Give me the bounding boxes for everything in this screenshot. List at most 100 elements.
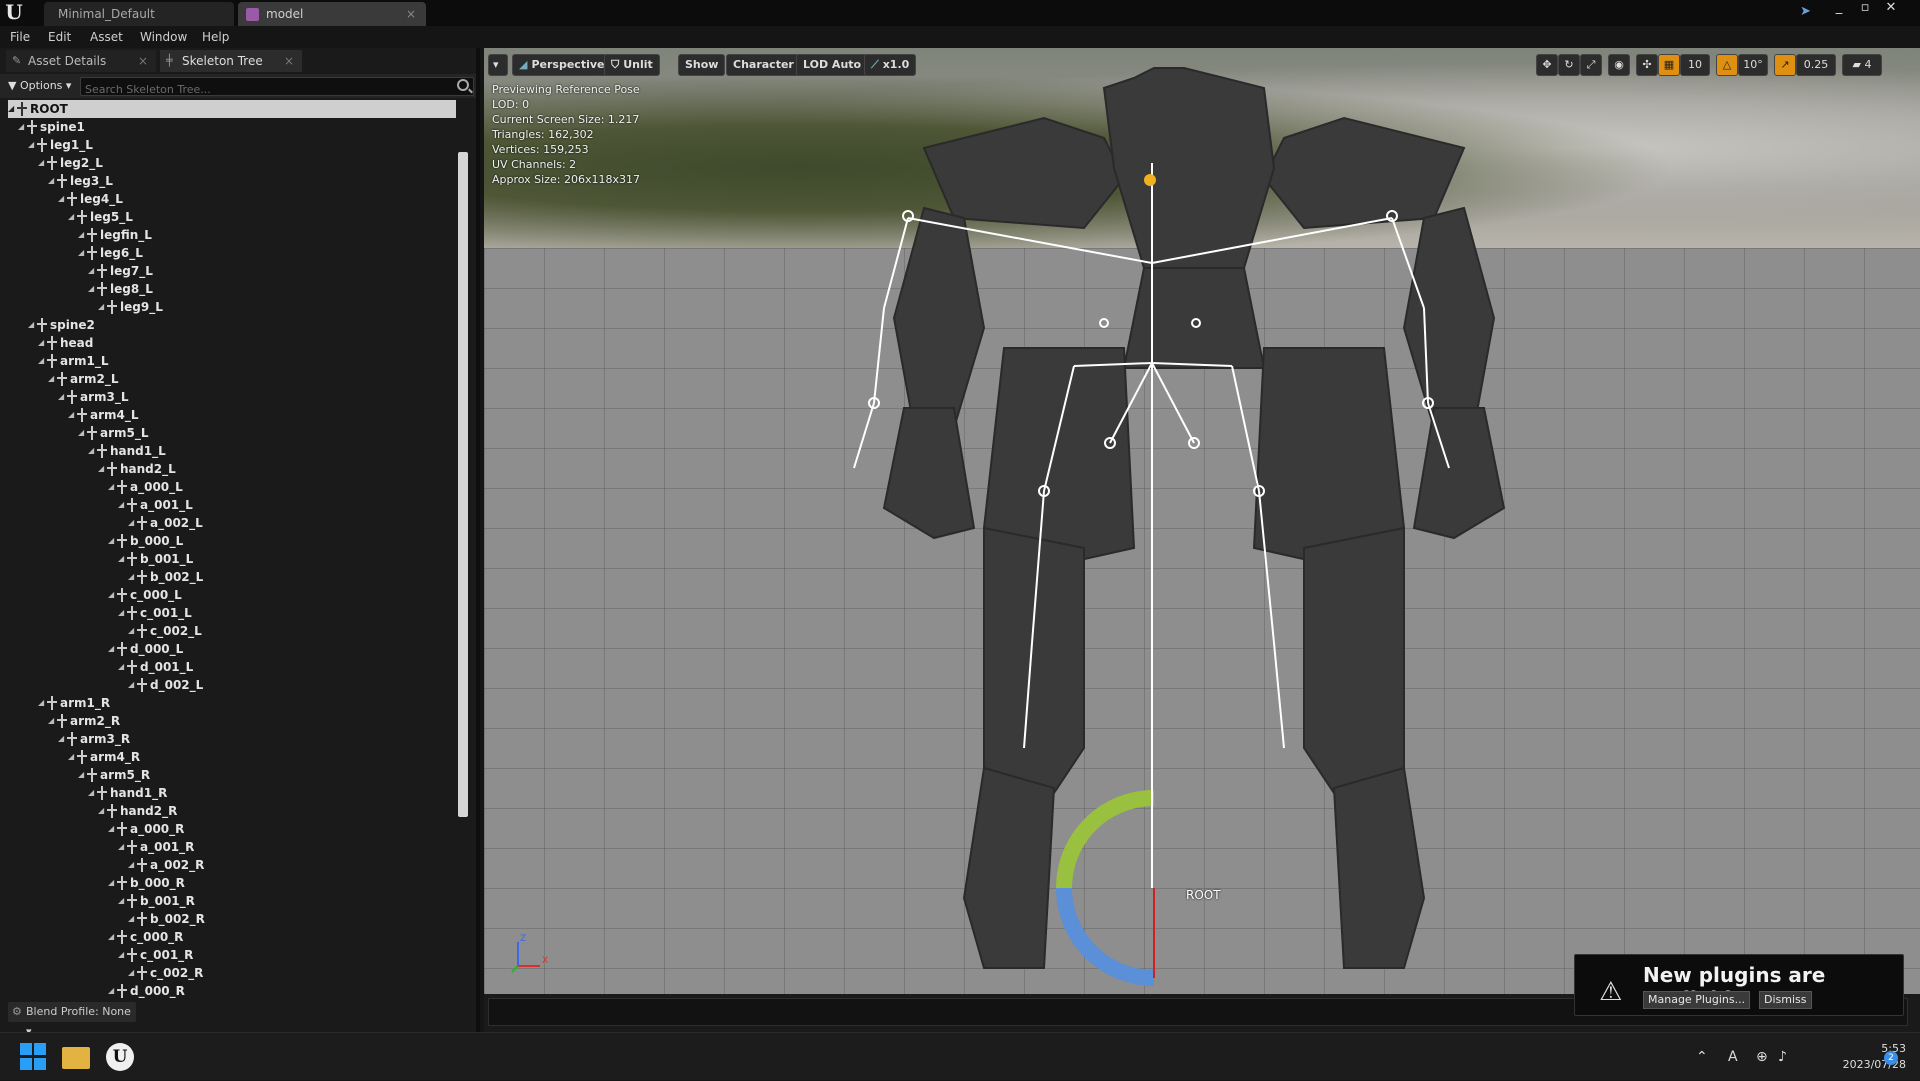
bone-row[interactable]: ◢ leg5_L <box>8 208 456 226</box>
bone-row[interactable]: ◢ b_000_L <box>8 532 456 550</box>
bone-row[interactable]: ◢ d_000_L <box>8 640 456 658</box>
expand-arrow-icon[interactable]: ◢ <box>68 748 74 766</box>
expand-arrow-icon[interactable]: ◢ <box>118 604 124 622</box>
expand-arrow-icon[interactable]: ◢ <box>38 352 44 370</box>
notification-badge[interactable]: 2 <box>1884 1051 1898 1065</box>
network-icon[interactable]: ⊕ <box>1756 1033 1768 1081</box>
maximize-button[interactable]: ▫ <box>1852 0 1878 16</box>
expand-arrow-icon[interactable]: ◢ <box>48 712 54 730</box>
show-button[interactable]: Show <box>678 54 726 76</box>
bone-row[interactable]: ◢ a_000_R <box>8 820 456 838</box>
viewport[interactable]: ▾ ◢ Perspective ⛉ Unlit Show Character LOD… <box>484 48 1920 994</box>
close-tab-icon[interactable]: × <box>284 50 294 72</box>
scale-snap-icon[interactable]: ↗ <box>1774 54 1796 76</box>
expand-arrow-icon[interactable]: ◢ <box>128 910 134 928</box>
viewport-options-dropdown[interactable]: ▾ <box>488 54 508 76</box>
bone-row[interactable]: ◢ arm5_R <box>8 766 456 784</box>
menu-asset[interactable]: Asset <box>90 26 123 48</box>
expand-arrow-icon[interactable]: ◢ <box>58 190 64 208</box>
notification-icon[interactable]: ➤ <box>1800 4 1816 19</box>
search-icon[interactable] <box>457 79 469 91</box>
bone-row[interactable]: ◢ arm4_R <box>8 748 456 766</box>
expand-arrow-icon[interactable]: ◢ <box>108 982 114 1000</box>
bone-row[interactable]: ◢ hand2_R <box>8 802 456 820</box>
camera-speed-button[interactable]: ▰ 4 <box>1842 54 1882 76</box>
expand-arrow-icon[interactable]: ◢ <box>38 694 44 712</box>
expand-arrow-icon[interactable]: ◢ <box>108 532 114 550</box>
menu-edit[interactable]: Edit <box>48 26 71 48</box>
bone-row[interactable]: ◢ c_002_L <box>8 622 456 640</box>
expand-arrow-icon[interactable]: ◢ <box>118 838 124 856</box>
character-button[interactable]: Character <box>726 54 801 76</box>
grid-snap-icon[interactable]: ▦ <box>1658 54 1680 76</box>
tree-scrollbar[interactable] <box>458 152 468 817</box>
expand-arrow-icon[interactable]: ◢ <box>128 622 134 640</box>
bone-row[interactable]: ◢ leg3_L <box>8 172 456 190</box>
tab-model[interactable]: model × <box>238 2 426 26</box>
expand-arrow-icon[interactable]: ◢ <box>88 280 94 298</box>
volume-icon[interactable]: ♪ <box>1778 1033 1787 1081</box>
bone-row[interactable]: ◢ arm5_L <box>8 424 456 442</box>
expand-arrow-icon[interactable]: ◢ <box>28 136 34 154</box>
unlit-button[interactable]: ⛉ Unlit <box>604 54 660 76</box>
bone-row[interactable]: ◢ a_002_R <box>8 856 456 874</box>
playback-speed-button[interactable]: ⟋ x1.0 <box>864 54 917 76</box>
expand-arrow-icon[interactable]: ◢ <box>108 928 114 946</box>
surface-snap-icon[interactable]: ✣ <box>1636 54 1658 76</box>
bone-row[interactable]: ◢ leg9_L <box>8 298 456 316</box>
expand-arrow-icon[interactable]: ◢ <box>58 730 64 748</box>
grid-snap-value[interactable]: 10 <box>1680 54 1710 76</box>
menu-file[interactable]: File <box>10 26 30 48</box>
bone-row[interactable]: ◢ spine1 <box>8 118 456 136</box>
bone-row[interactable]: ◢ a_000_L <box>8 478 456 496</box>
expand-arrow-icon[interactable]: ◢ <box>98 802 104 820</box>
bone-row[interactable]: ◢ c_000_R <box>8 928 456 946</box>
bone-row[interactable]: ◢ a_001_R <box>8 838 456 856</box>
menu-window[interactable]: Window <box>140 26 187 48</box>
expand-arrow-icon[interactable]: ◢ <box>108 874 114 892</box>
expand-arrow-icon[interactable]: ◢ <box>68 406 74 424</box>
expand-arrow-icon[interactable]: ◢ <box>118 892 124 910</box>
expand-arrow-icon[interactable]: ◢ <box>128 856 134 874</box>
rotation-snap-value[interactable]: 10° <box>1738 54 1768 76</box>
bone-row[interactable]: ◢ arm1_R <box>8 694 456 712</box>
expand-arrow-icon[interactable]: ◢ <box>118 496 124 514</box>
rotate-icon[interactable]: ↻ <box>1558 54 1580 76</box>
bone-row[interactable]: ◢ leg7_L <box>8 262 456 280</box>
coordinate-space-icon[interactable]: ◉ <box>1608 54 1630 76</box>
expand-arrow-icon[interactable]: ◢ <box>88 442 94 460</box>
bone-row[interactable]: ◢ arm1_L <box>8 352 456 370</box>
expand-arrow-icon[interactable]: ◢ <box>98 460 104 478</box>
bone-row[interactable]: ◢ hand1_L <box>8 442 456 460</box>
lod-button[interactable]: LOD Auto <box>796 54 869 76</box>
expand-arrow-icon[interactable]: ◢ <box>78 244 84 262</box>
bone-row[interactable]: ◢ a_002_L <box>8 514 456 532</box>
manage-plugins-button[interactable]: Manage Plugins... <box>1643 991 1751 1009</box>
bone-row[interactable]: ◢ arm2_R <box>8 712 456 730</box>
tab-asset-details[interactable]: ✎ Asset Details × <box>6 50 156 72</box>
expand-arrow-icon[interactable]: ◢ <box>118 946 124 964</box>
unreal-logo-icon[interactable]: U <box>3 1 25 23</box>
expand-arrow-icon[interactable]: ◢ <box>8 100 14 118</box>
bone-row[interactable]: ◢ arm3_R <box>8 730 456 748</box>
bone-row[interactable]: ◢ c_001_L <box>8 604 456 622</box>
bone-row[interactable]: ◢ arm2_L <box>8 370 456 388</box>
bone-row[interactable]: ◢ b_001_L <box>8 550 456 568</box>
bone-row[interactable]: ◢ leg8_L <box>8 280 456 298</box>
bone-row[interactable]: ◢ arm4_L <box>8 406 456 424</box>
close-tab-icon[interactable]: × <box>406 2 416 26</box>
tab-minimal-default[interactable]: Minimal_Default <box>44 2 234 26</box>
minimize-button[interactable]: _ <box>1826 0 1852 16</box>
expand-arrow-icon[interactable]: ◢ <box>128 676 134 694</box>
expand-arrow-icon[interactable]: ◢ <box>108 586 114 604</box>
bone-row[interactable]: ◢ a_001_L <box>8 496 456 514</box>
file-explorer-icon[interactable] <box>62 1047 90 1069</box>
bone-row[interactable]: ◢ leg6_L <box>8 244 456 262</box>
bone-row[interactable]: ◢ c_000_L <box>8 586 456 604</box>
expand-arrow-icon[interactable]: ◢ <box>78 424 84 442</box>
search-input[interactable] <box>81 81 441 98</box>
close-window-button[interactable]: ✕ <box>1878 0 1904 16</box>
translate-icon[interactable]: ✥ <box>1536 54 1558 76</box>
expand-arrow-icon[interactable]: ◢ <box>78 766 84 784</box>
bone-row[interactable]: ◢ d_000_R <box>8 982 456 1000</box>
